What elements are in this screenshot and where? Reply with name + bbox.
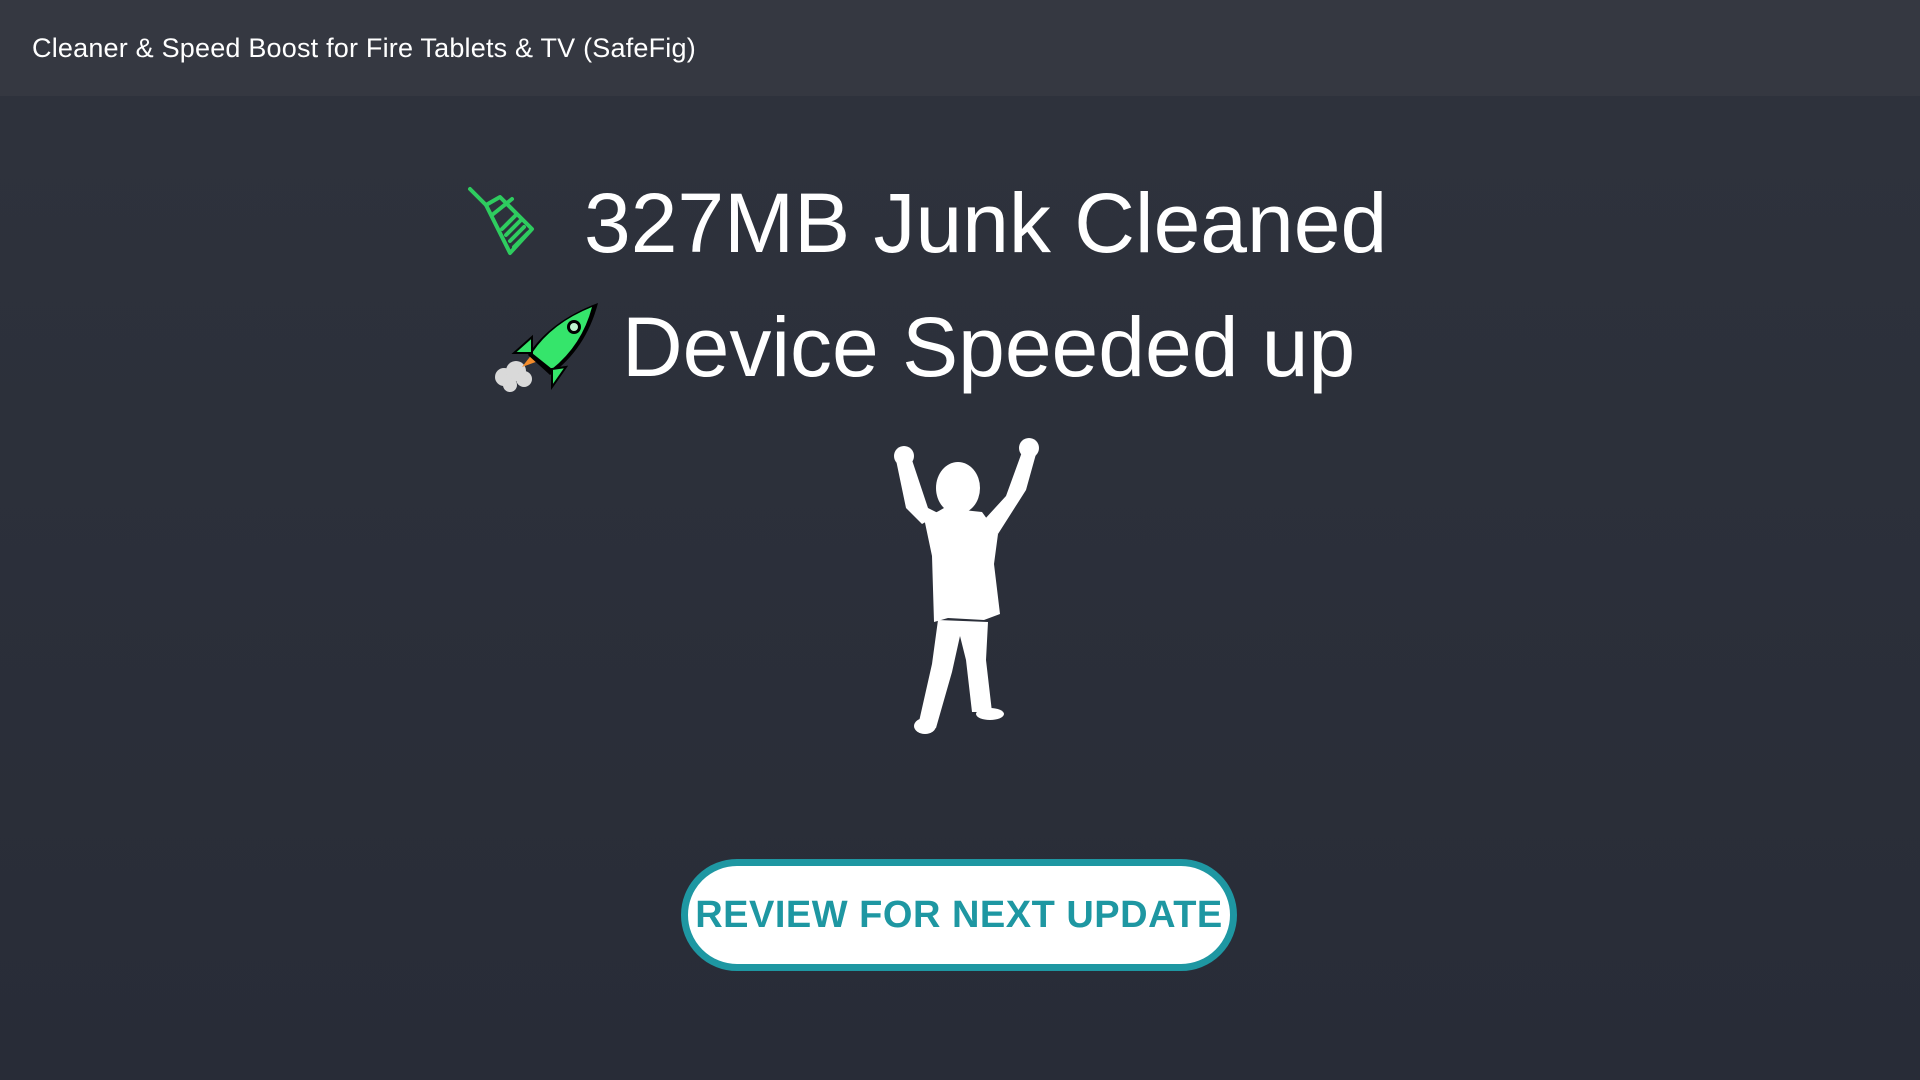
review-button[interactable]: REVIEW FOR NEXT UPDATE: [681, 859, 1237, 971]
junk-cleaned-text: 327MB Junk Cleaned: [584, 175, 1388, 270]
review-button-label: REVIEW FOR NEXT UPDATE: [695, 893, 1223, 936]
celebrating-person-icon: [880, 436, 1050, 736]
speed-up-row: Device Speeded up: [488, 282, 1355, 412]
app-bar: Cleaner & Speed Boost for Fire Tablets &…: [0, 0, 1920, 96]
app-title: Cleaner & Speed Boost for Fire Tablets &…: [32, 32, 696, 63]
rocket-icon: [488, 297, 600, 398]
results-panel: 327MB Junk Cleaned Device Speeded up REV…: [0, 96, 1920, 1080]
broom-icon: [466, 185, 538, 262]
device-speeded-up-text: Device Speeded up: [622, 299, 1356, 394]
junk-cleaned-row: 327MB Junk Cleaned: [466, 168, 1387, 278]
